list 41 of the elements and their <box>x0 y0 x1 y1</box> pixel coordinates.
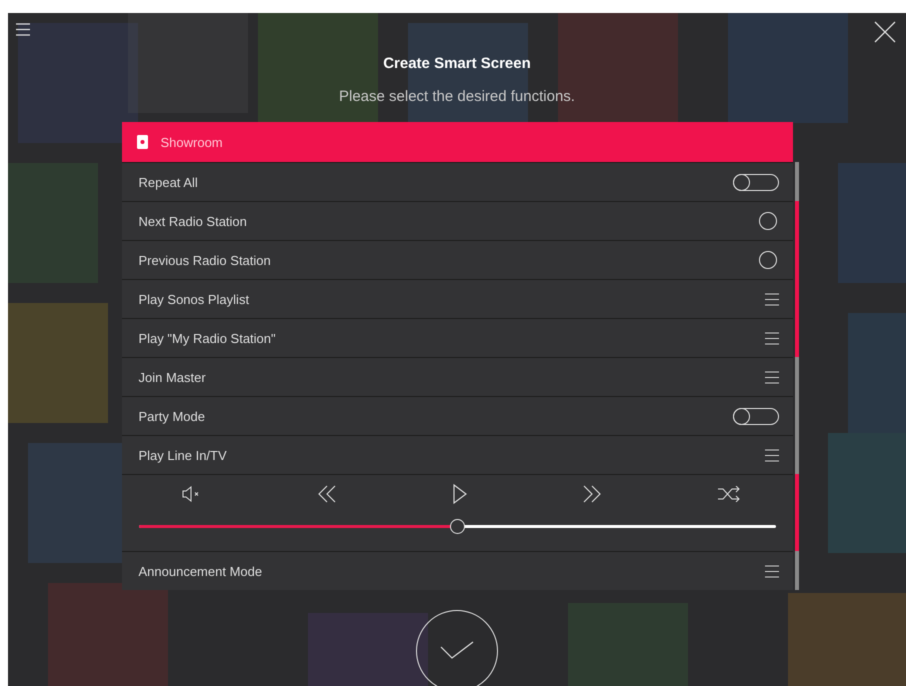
shuffle-icon[interactable] <box>718 486 740 502</box>
close-icon[interactable] <box>874 21 896 43</box>
play-icon[interactable] <box>452 484 466 504</box>
fast-forward-icon[interactable] <box>582 485 602 503</box>
rewind-icon[interactable] <box>317 485 337 503</box>
radio-button[interactable] <box>758 251 776 269</box>
function-label: Play Line In/TV <box>138 448 227 462</box>
function-label: Announcement Mode <box>138 564 262 578</box>
menu-icon[interactable] <box>764 370 778 384</box>
function-row[interactable]: Next Radio Station <box>122 201 792 240</box>
radio-button[interactable] <box>758 212 776 230</box>
function-label: Previous Radio Station <box>138 252 271 268</box>
function-row[interactable]: Join Master <box>122 357 792 396</box>
menu-icon[interactable] <box>764 564 778 578</box>
function-row[interactable]: Play "My Radio Station" <box>122 318 792 357</box>
function-label: Play Sonos Playlist <box>138 292 250 306</box>
speaker-icon <box>136 135 148 149</box>
function-row[interactable]: Party Mode <box>122 396 792 435</box>
toggle-switch[interactable] <box>732 174 778 190</box>
confirm-button[interactable] <box>416 610 498 686</box>
check-icon <box>440 641 474 661</box>
menu-icon[interactable] <box>764 448 778 462</box>
function-row[interactable]: Previous Radio Station <box>122 240 792 279</box>
menu-icon[interactable] <box>16 23 30 36</box>
volume-slider[interactable] <box>138 519 776 533</box>
function-row[interactable]: Announcement Mode <box>122 551 792 590</box>
function-row[interactable]: Play Sonos Playlist <box>122 279 792 318</box>
function-label: Repeat All <box>138 174 198 190</box>
function-label: Play "My Radio Station" <box>138 330 276 346</box>
function-label: Join Master <box>138 370 206 384</box>
function-row[interactable]: Repeat All <box>122 162 792 201</box>
menu-icon[interactable] <box>764 332 778 344</box>
instruction-text: Please select the desired functions. <box>339 88 575 105</box>
function-label: Party Mode <box>138 408 205 424</box>
room-name: Showroom <box>160 134 223 150</box>
screen-title: Create Smart Screen <box>383 55 531 72</box>
toggle-switch[interactable] <box>732 408 778 424</box>
mute-icon[interactable] <box>182 486 202 502</box>
function-row[interactable]: Play Line In/TV <box>122 435 792 474</box>
function-label: Next Radio Station <box>138 214 247 228</box>
menu-icon[interactable] <box>764 292 778 306</box>
